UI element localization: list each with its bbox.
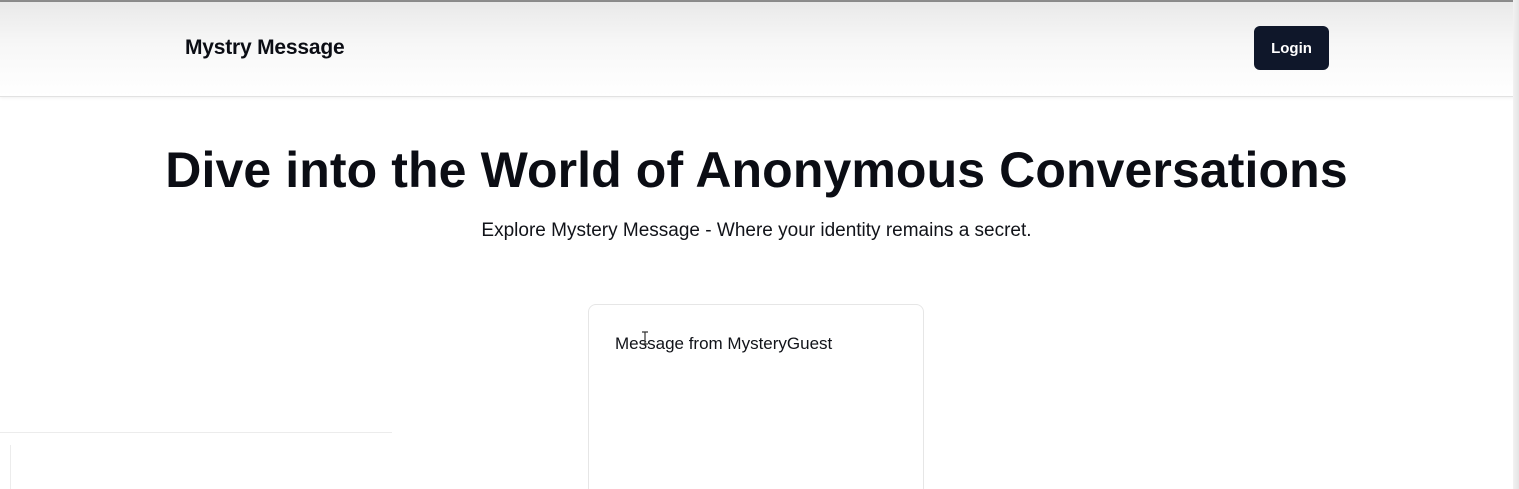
hero-title: Dive into the World of Anonymous Convers… [165, 142, 1348, 198]
side-panel [0, 432, 392, 489]
hero-subtitle: Explore Mystery Message - Where your ide… [481, 220, 1032, 241]
scrollbar[interactable] [1513, 0, 1519, 489]
page: Mystry Message Login Dive into the World… [0, 0, 1519, 489]
side-panel-divider [10, 445, 11, 489]
brand-title[interactable]: Mystry Message [185, 36, 345, 60]
text-cursor-icon [642, 331, 648, 345]
navbar: Mystry Message Login [0, 2, 1519, 97]
login-button[interactable]: Login [1254, 26, 1329, 70]
message-card[interactable]: Message from MysteryGuest [588, 304, 924, 489]
